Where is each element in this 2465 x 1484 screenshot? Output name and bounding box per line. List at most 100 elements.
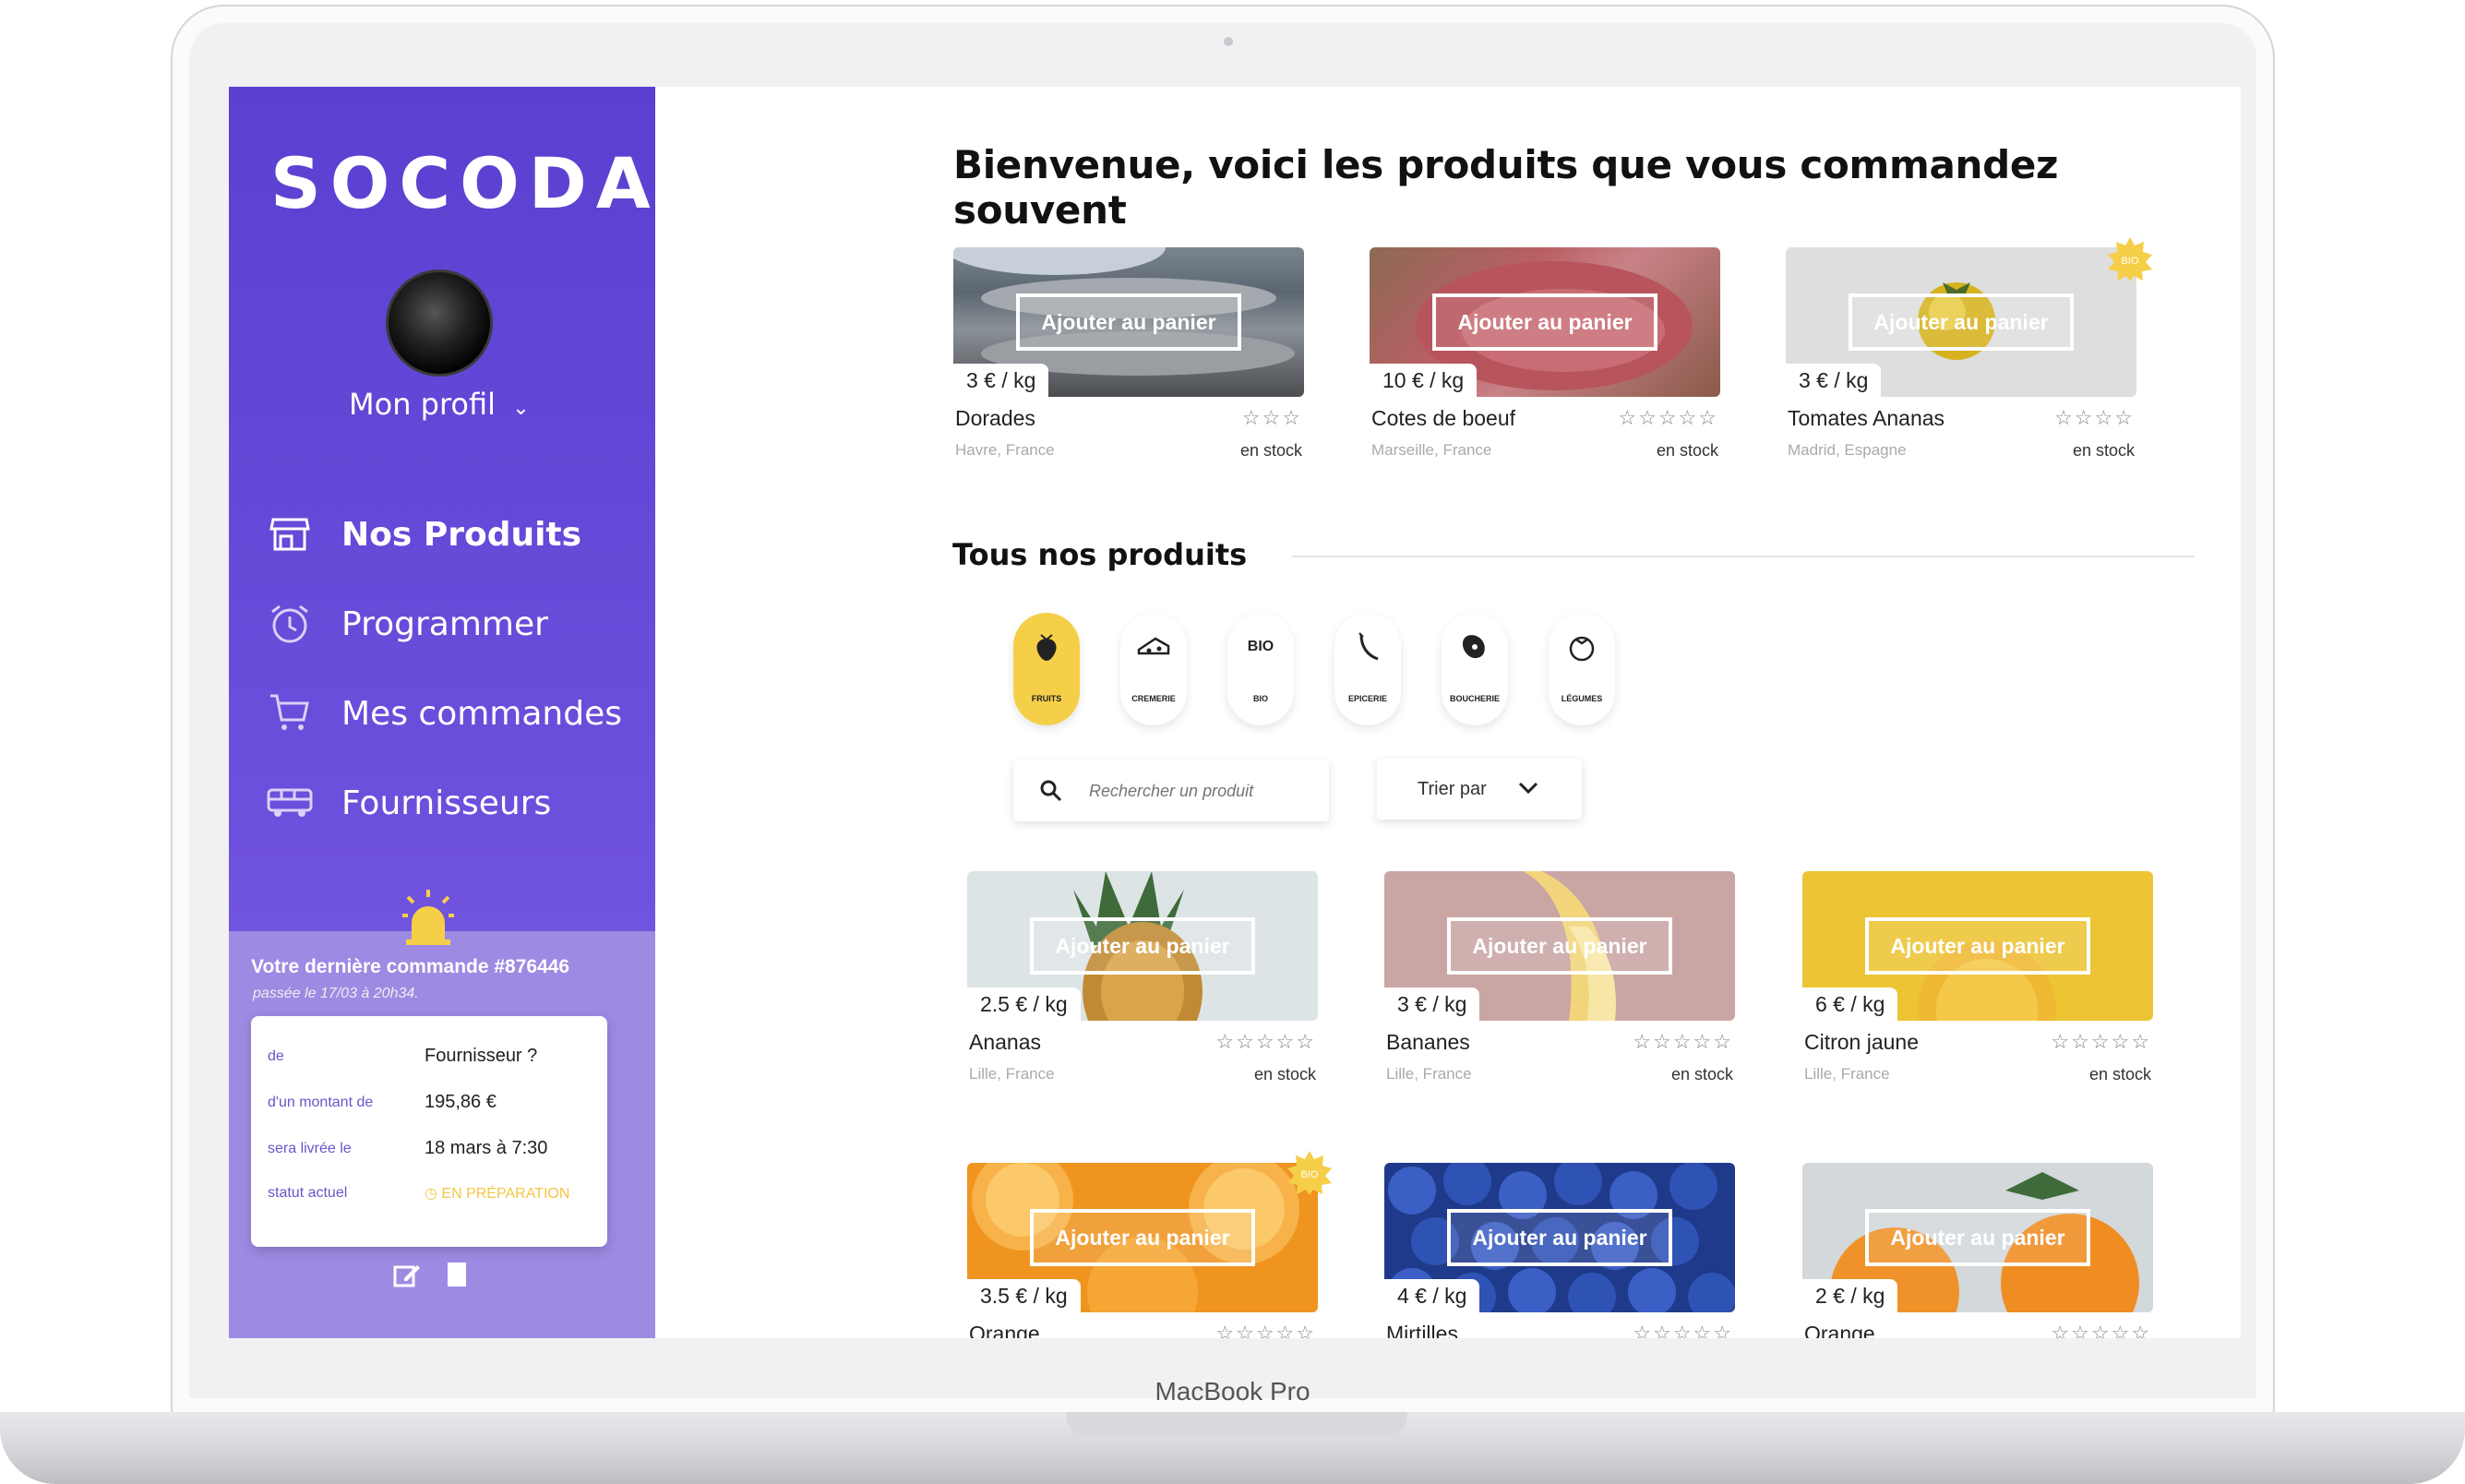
product-name: Cotes de boeuf [1371, 406, 1516, 430]
add-to-cart-button[interactable]: Ajouter au panier [1865, 917, 2090, 975]
nav-item-programmer[interactable]: Programmer [266, 596, 548, 652]
category-cremerie[interactable]: CREMERIE [1120, 613, 1187, 725]
add-to-cart-button[interactable]: Ajouter au panier [1030, 917, 1255, 975]
category-epicerie[interactable]: EPICERIE [1334, 613, 1401, 725]
price-tag: 2.5 € / kg [967, 987, 1081, 1021]
product-card[interactable]: Ajouter au panier 2 € / kg Orange ☆☆☆☆☆ [1802, 1163, 2153, 1338]
stock-status: en stock [2088, 1065, 2151, 1083]
siren-icon [401, 888, 456, 951]
order-value: Fournisseur ? [425, 1046, 538, 1066]
bio-icon-text: BIO [1247, 639, 1274, 654]
category-label: BIO [1252, 694, 1268, 703]
order-row-status: statut actuel ◷ EN PRÉPARATION [268, 1184, 600, 1203]
price-tag: 10 € / kg [1370, 364, 1478, 397]
price-tag: 3 € / kg [1786, 364, 1882, 397]
product-name: Orange [1804, 1322, 1875, 1338]
avatar[interactable] [386, 269, 493, 377]
clock-icon: ◷ [425, 1186, 442, 1202]
product-origin: Madrid, Espagne [1788, 441, 1907, 459]
nav-label: Mes commandes [341, 694, 622, 733]
stock-status: en stock [1239, 441, 1302, 460]
page-title: Bienvenue, voici les produits que vous c… [953, 142, 2059, 233]
nav-label: Nos Produits [341, 515, 582, 554]
frequent-product-card[interactable]: Ajouter au panier 10 € / kg Cotes de boe… [1370, 247, 1720, 469]
order-key: sera livrée le [268, 1140, 352, 1156]
rating-stars[interactable]: ☆☆☆☆☆ [1215, 1322, 1316, 1338]
category-fruits[interactable]: FRUITS [1013, 613, 1080, 725]
camera-dot [1224, 37, 1233, 46]
frequent-product-card[interactable]: Ajouter au panier 3 € / kg Dorades ☆☆☆ H… [953, 247, 1304, 469]
pepper-icon [1334, 626, 1401, 668]
stock-status: en stock [1656, 441, 1718, 460]
order-key: statut actuel [268, 1185, 348, 1201]
add-to-cart-button[interactable]: Ajouter au panier [1849, 293, 2074, 351]
app-logo[interactable]: SOCODA [270, 142, 660, 224]
product-name: Orange [969, 1322, 1040, 1338]
edit-icon[interactable] [393, 1262, 421, 1292]
product-name: Citron jaune [1804, 1030, 1920, 1054]
rating-stars[interactable]: ☆☆☆☆ [2054, 406, 2135, 430]
tomato-icon [1549, 626, 1615, 668]
price-tag: 3.5 € / kg [967, 1279, 1081, 1312]
product-card[interactable]: Ajouter au panier 2.5 € / kg Ananas ☆☆☆☆… [967, 871, 1318, 1093]
bio-badge-label: BIO [1301, 1169, 1319, 1180]
store-icon [266, 510, 314, 558]
category-label: FRUITS [1031, 694, 1062, 703]
product-origin: Lille, France [1804, 1065, 1890, 1083]
status-text: EN PRÉPARATION [441, 1186, 570, 1202]
product-card[interactable]: Ajouter au panier 3.5 € / kg Orange ☆☆☆☆… [967, 1151, 1332, 1338]
product-card[interactable]: Ajouter au panier 3 € / kg Bananes ☆☆☆☆☆… [1384, 871, 1735, 1093]
nav-item-mes-commandes[interactable]: Mes commandes [266, 686, 622, 741]
order-value: 18 mars à 7:30 [425, 1138, 548, 1158]
add-to-cart-button[interactable]: Ajouter au panier [1447, 917, 1672, 975]
rating-stars[interactable]: ☆☆☆☆☆ [1618, 406, 1718, 430]
rating-stars[interactable]: ☆☆☆☆☆ [1633, 1030, 1733, 1054]
search-box[interactable] [1013, 760, 1329, 821]
order-value: 195,86 € [425, 1092, 497, 1112]
sort-dropdown[interactable]: Trier par [1377, 759, 1582, 820]
bio-badge: BIO [1286, 1150, 1333, 1196]
profile-label: Mon profil [349, 387, 497, 422]
document-icon[interactable] [447, 1262, 467, 1292]
rating-stars[interactable]: ☆☆☆☆☆ [1633, 1322, 1733, 1338]
add-to-cart-button[interactable]: Ajouter au panier [1030, 1209, 1255, 1266]
nav-item-fournisseurs[interactable]: Fournisseurs [266, 775, 551, 831]
category-label: LÉGUMES [1561, 694, 1603, 703]
order-key: d'un montant de [268, 1094, 374, 1110]
strawberry-icon [1013, 626, 1080, 668]
product-card[interactable]: Ajouter au panier 6 € / kg Citron jaune … [1802, 871, 2153, 1093]
category-label: EPICERIE [1347, 694, 1387, 703]
profile-menu[interactable]: Mon profil ⌄ [349, 387, 530, 422]
add-to-cart-button[interactable]: Ajouter au panier [1865, 1209, 2090, 1266]
product-card[interactable]: Ajouter au panier 4 € / kg Mirtilles ☆☆☆… [1384, 1163, 1735, 1338]
product-name: Ananas [969, 1030, 1042, 1054]
search-icon [1039, 779, 1063, 808]
app-screen: SOCODA Mon profil ⌄ Nos Produits Program… [229, 87, 2241, 1338]
frequent-product-card[interactable]: Ajouter au panier 3 € / kg Tomates Anana… [1786, 237, 2152, 469]
last-order-card: de Fournisseur ? d'un montant de 195,86 … [251, 1016, 607, 1247]
order-actions [393, 1262, 467, 1292]
status-badge: ◷ EN PRÉPARATION [425, 1184, 569, 1203]
category-boucherie[interactable]: BOUCHERIE [1442, 613, 1508, 725]
sort-label: Trier par [1418, 778, 1487, 799]
order-row-supplier: de Fournisseur ? [268, 1046, 600, 1067]
rating-stars[interactable]: ☆☆☆☆☆ [1215, 1030, 1316, 1054]
rating-stars[interactable]: ☆☆☆ [1242, 406, 1302, 430]
nav-label: Programmer [341, 604, 548, 643]
product-origin: Lille, France [1386, 1065, 1472, 1083]
search-input[interactable] [1089, 775, 1310, 807]
rating-stars[interactable]: ☆☆☆☆☆ [2051, 1322, 2151, 1338]
category-legumes[interactable]: LÉGUMES [1549, 613, 1615, 725]
sidebar: SOCODA Mon profil ⌄ Nos Produits Program… [229, 87, 655, 1338]
rating-stars[interactable]: ☆☆☆☆☆ [2051, 1030, 2151, 1054]
category-bio[interactable]: BIO BIO [1227, 613, 1294, 725]
add-to-cart-button[interactable]: Ajouter au panier [1447, 1209, 1672, 1266]
add-to-cart-button[interactable]: Ajouter au panier [1432, 293, 1657, 351]
nav-item-nos-produits[interactable]: Nos Produits [266, 507, 581, 562]
add-to-cart-button[interactable]: Ajouter au panier [1016, 293, 1241, 351]
cheese-icon [1120, 626, 1187, 668]
truck-icon [266, 779, 314, 827]
category-label: BOUCHERIE [1449, 694, 1500, 703]
meat-icon [1442, 626, 1508, 668]
price-tag: 6 € / kg [1802, 987, 1898, 1021]
